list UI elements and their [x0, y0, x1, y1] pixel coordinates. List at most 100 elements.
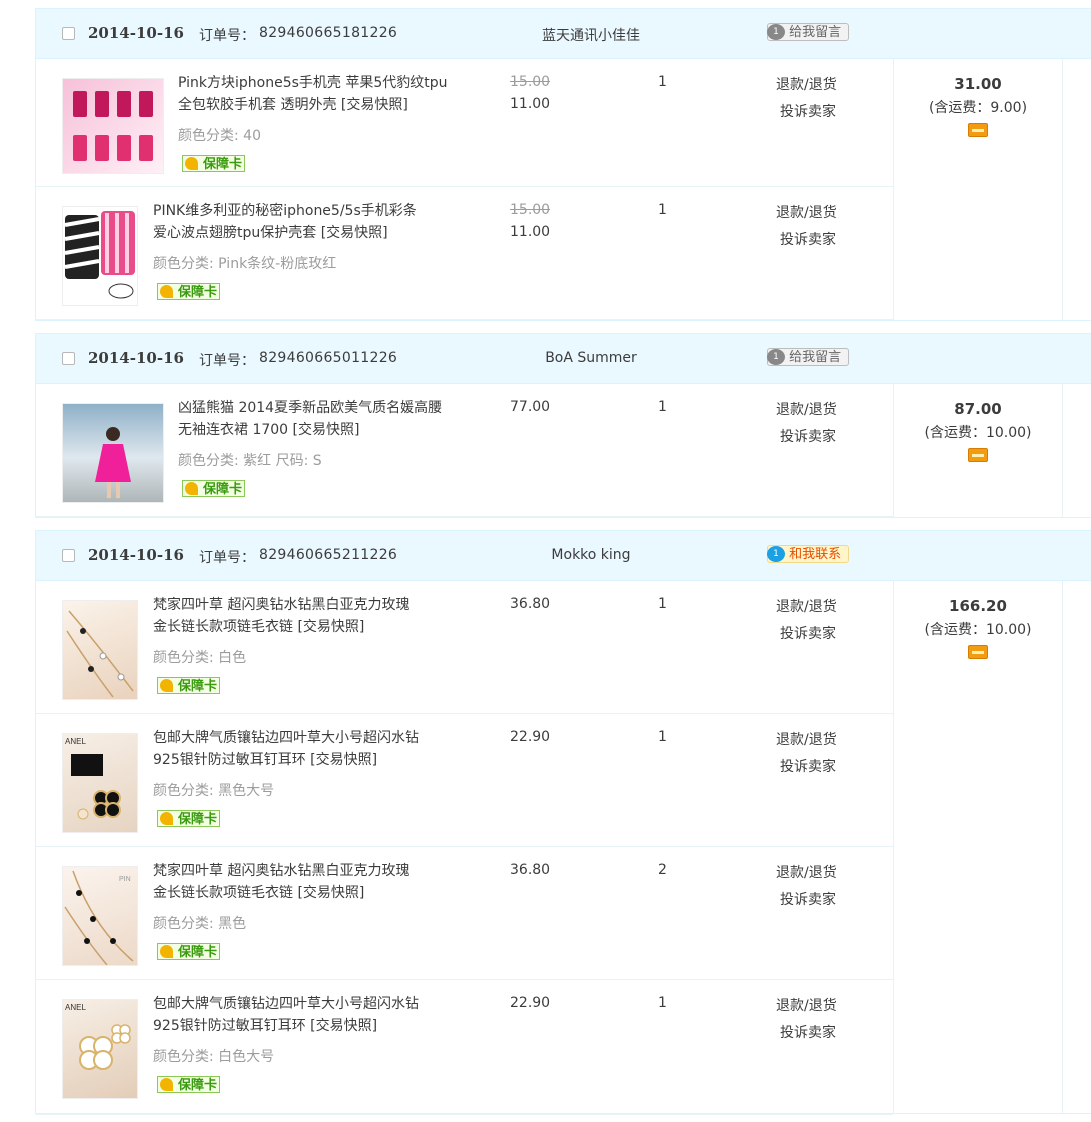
guarantee-leaf-icon — [160, 812, 173, 825]
guarantee-card-label: 保障卡 — [178, 945, 218, 960]
refund-return-link[interactable]: 退款/退货 — [776, 74, 837, 94]
guarantee-leaf-icon — [160, 945, 173, 958]
leave-message-button[interactable]: 1 给我留言 — [767, 348, 849, 366]
order-number-label: 订单号： — [199, 353, 255, 369]
quantity: 1 — [658, 202, 667, 218]
order-total: 31.00 — [954, 75, 1002, 93]
svg-text:PIN: PIN — [119, 876, 131, 883]
order-date: 2014-10-16 — [88, 546, 184, 564]
order-item: PINK维多利亚的秘密iphone5/5s手机彩条爱心波点翅膀tpu保护壳套 [… — [36, 187, 893, 320]
product-thumbnail[interactable] — [62, 403, 164, 503]
payment-card-icon[interactable] — [968, 645, 988, 659]
product-sku: 颜色分类: 40 — [178, 128, 261, 144]
guarantee-card-badge[interactable]: 保障卡 — [182, 155, 246, 172]
complain-seller-link[interactable]: 投诉卖家 — [780, 1022, 836, 1042]
product-sku: 颜色分类: 白色 — [153, 650, 247, 666]
chat-bubble-icon: 1 — [767, 24, 785, 40]
order-number: 829460665181226 — [259, 25, 398, 41]
leave-message-label: 给我留言 — [789, 350, 842, 365]
guarantee-card-badge[interactable]: 保障卡 — [182, 480, 246, 497]
guarantee-leaf-icon — [160, 285, 173, 298]
complain-seller-link[interactable]: 投诉卖家 — [780, 889, 836, 909]
seller-name[interactable]: Mokko king — [491, 547, 691, 563]
refund-return-link[interactable]: 退款/退货 — [776, 596, 837, 616]
quantity: 1 — [658, 729, 667, 745]
product-title-link[interactable]: PINK维多利亚的秘密iphone5/5s手机彩条爱心波点翅膀tpu保护壳套 [… — [153, 200, 423, 244]
product-sku: 颜色分类: 白色大号 — [153, 1049, 275, 1065]
guarantee-card-badge[interactable]: 保障卡 — [157, 943, 221, 960]
refund-return-link[interactable]: 退款/退货 — [776, 729, 837, 749]
product-thumbnail[interactable] — [62, 78, 164, 174]
order-header: 2014-10-16 订单号： 829460665181226 蓝天通讯小佳佳 … — [36, 9, 1091, 59]
order-total-column: 31.00 (含运费：9.00) — [893, 59, 1063, 320]
order-card: 2014-10-16 订单号： 829460665011226 BoA Summ… — [35, 333, 1091, 518]
leave-message-button[interactable]: 1 给我留言 — [767, 23, 849, 41]
guarantee-card-badge[interactable]: 保障卡 — [157, 1076, 221, 1093]
guarantee-card-label: 保障卡 — [178, 812, 218, 827]
quantity: 1 — [658, 596, 667, 612]
unit-price: 11.00 — [510, 224, 551, 240]
product-title-link[interactable]: 凶猛熊猫 2014夏季新品欧美气质名媛高腰无袖连衣裙 1700 [交易快照] — [178, 397, 448, 441]
quantity: 1 — [658, 74, 667, 90]
product-title-link[interactable]: 包邮大牌气质镶钻边四叶草大小号超闪水钻925银针防过敏耳钉耳环 [交易快照] — [153, 993, 423, 1037]
contact-me-button[interactable]: 1 和我联系 — [767, 545, 849, 563]
product-thumbnail[interactable]: ANEL — [62, 999, 138, 1099]
order-header: 2014-10-16 订单号： 829460665011226 BoA Summ… — [36, 334, 1091, 384]
guarantee-leaf-icon — [185, 157, 198, 170]
payment-card-icon[interactable] — [968, 123, 988, 137]
refund-return-link[interactable]: 退款/退货 — [776, 862, 837, 882]
order-item: ANEL 包邮大牌气质镶钻边四叶草大小号超闪水钻925银针防过敏耳钉耳环 [交易… — [36, 980, 893, 1115]
order-checkbox[interactable] — [62, 27, 75, 40]
product-thumbnail[interactable] — [62, 600, 138, 700]
product-title-link[interactable]: 梵家四叶草 超闪奥钻水钻黑白亚克力玫瑰金长链长款项链毛衣链 [交易快照] — [153, 860, 423, 904]
unit-price: 36.80 — [510, 862, 551, 878]
guarantee-card-label: 保障卡 — [178, 1078, 218, 1093]
guarantee-card-badge[interactable]: 保障卡 — [157, 677, 221, 694]
complain-seller-link[interactable]: 投诉卖家 — [780, 426, 836, 446]
seller-name[interactable]: BoA Summer — [491, 350, 691, 366]
complain-seller-link[interactable]: 投诉卖家 — [780, 756, 836, 776]
original-price: 15.00 — [510, 74, 551, 90]
order-card: 2014-10-16 订单号： 829460665181226 蓝天通讯小佳佳 … — [35, 8, 1091, 321]
svg-text:ANEL: ANEL — [65, 737, 86, 746]
unit-price: 11.00 — [510, 96, 551, 112]
order-total: 166.20 — [949, 597, 1007, 615]
order-checkbox[interactable] — [62, 352, 75, 365]
order-total-column: 87.00 (含运费：10.00) — [893, 384, 1063, 517]
product-sku: 颜色分类: Pink条纹-粉底玫红 — [153, 256, 337, 272]
guarantee-card-label: 保障卡 — [203, 482, 243, 497]
product-title-link[interactable]: 包邮大牌气质镶钻边四叶草大小号超闪水钻925银针防过敏耳钉耳环 [交易快照] — [153, 727, 423, 771]
order-item: 梵家四叶草 超闪奥钻水钻黑白亚克力玫瑰金长链长款项链毛衣链 [交易快照] 颜色分… — [36, 581, 893, 714]
seller-name[interactable]: 蓝天通讯小佳佳 — [491, 25, 691, 45]
complain-seller-link[interactable]: 投诉卖家 — [780, 229, 836, 249]
product-thumbnail[interactable]: ANEL — [62, 733, 138, 833]
product-thumbnail[interactable] — [62, 206, 138, 306]
guarantee-card-label: 保障卡 — [178, 285, 218, 300]
refund-return-link[interactable]: 退款/退货 — [776, 995, 837, 1015]
unit-price: 22.90 — [510, 995, 551, 1011]
unit-price: 77.00 — [510, 399, 551, 415]
shipping-fee: (含运费：10.00) — [924, 622, 1032, 638]
order-total: 87.00 — [954, 400, 1002, 418]
guarantee-card-badge[interactable]: 保障卡 — [157, 283, 221, 300]
refund-return-link[interactable]: 退款/退货 — [776, 399, 837, 419]
order-item: Pink方块iphone5s手机壳 苹果5代豹纹tpu全包软胶手机套 透明外壳 … — [36, 59, 893, 187]
complain-seller-link[interactable]: 投诉卖家 — [780, 101, 836, 121]
guarantee-leaf-icon — [185, 482, 198, 495]
guarantee-leaf-icon — [160, 679, 173, 692]
order-total-column: 166.20 (含运费：10.00) — [893, 581, 1063, 1113]
payment-card-icon[interactable] — [968, 448, 988, 462]
product-sku: 颜色分类: 黑色大号 — [153, 783, 275, 799]
refund-return-link[interactable]: 退款/退货 — [776, 202, 837, 222]
order-number-label: 订单号： — [199, 550, 255, 566]
shipping-fee: (含运费：9.00) — [928, 100, 1028, 116]
product-title-link[interactable]: 梵家四叶草 超闪奥钻水钻黑白亚克力玫瑰金长链长款项链毛衣链 [交易快照] — [153, 594, 423, 638]
product-thumbnail[interactable]: PIN — [62, 866, 138, 966]
complain-seller-link[interactable]: 投诉卖家 — [780, 623, 836, 643]
original-price: 15.00 — [510, 202, 551, 218]
order-checkbox[interactable] — [62, 549, 75, 562]
product-title-link[interactable]: Pink方块iphone5s手机壳 苹果5代豹纹tpu全包软胶手机套 透明外壳 … — [178, 72, 458, 116]
svg-text:ANEL: ANEL — [65, 1003, 86, 1012]
guarantee-card-badge[interactable]: 保障卡 — [157, 810, 221, 827]
order-card: 2014-10-16 订单号： 829460665211226 Mokko ki… — [35, 530, 1091, 1115]
